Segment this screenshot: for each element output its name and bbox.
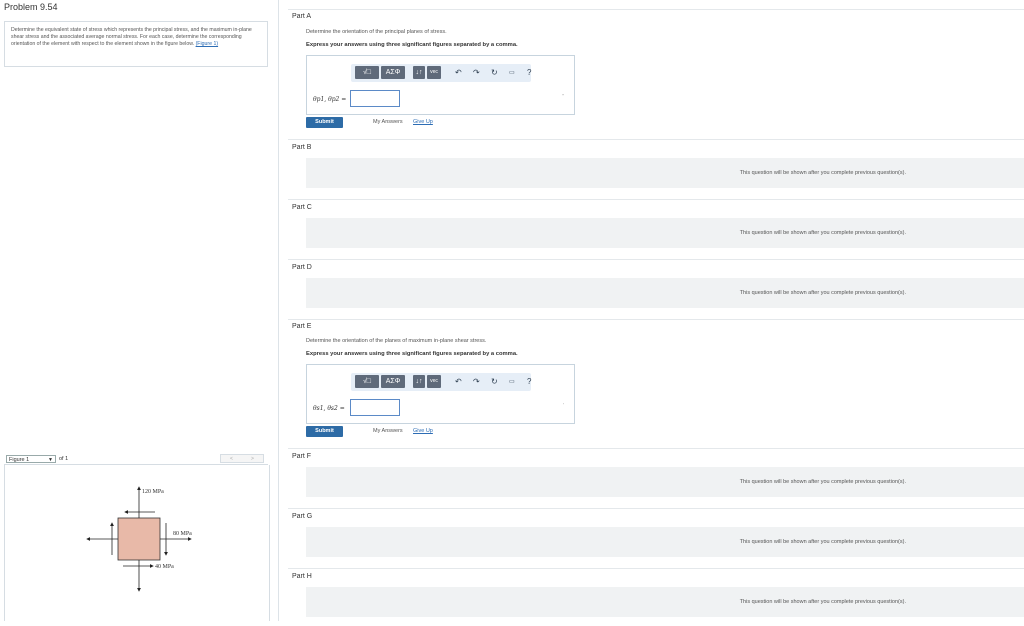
part-h-divider (288, 568, 1024, 569)
figure-prev-button[interactable]: < (230, 456, 233, 462)
templates-button[interactable]: √□ (355, 375, 379, 388)
units-hint: ” (562, 94, 564, 100)
part-f-locked-panel: This question will be shown after you co… (306, 467, 1024, 497)
figure-next-button[interactable]: > (251, 456, 254, 462)
help-button[interactable]: ? (527, 67, 531, 79)
part-c-divider (288, 199, 1024, 200)
part-e-divider (288, 319, 1024, 320)
reset-icon[interactable]: ↻ (491, 67, 498, 79)
right-stress-label: 80 MPa (173, 531, 192, 537)
templates-button[interactable]: √□ (355, 66, 379, 79)
undo-icon[interactable]: ↶ (455, 376, 462, 388)
part-e-my-answers-link[interactable]: My Answers (373, 428, 403, 434)
figure-area: 120 MPa 80 MPa 40 MPa (4, 465, 270, 621)
part-e-submit-button[interactable]: Submit (306, 426, 343, 437)
units-hint: ’ (562, 403, 564, 409)
part-b-divider (288, 139, 1024, 140)
part-a-instruction: Express your answers using three signifi… (306, 42, 518, 48)
part-h-title: Part H (292, 573, 312, 580)
part-b-title: Part B (292, 144, 312, 151)
part-a-submit-button[interactable]: Submit (306, 117, 343, 128)
part-f-title: Part F (292, 453, 312, 460)
part-f-locked-message: This question will be shown after you co… (739, 479, 906, 485)
part-g-locked-panel: This question will be shown after you co… (306, 527, 1024, 557)
greek-symbols-button[interactable]: ΑΣΦ (381, 66, 405, 79)
figure-toolbar: Figure 1 ▼ of 1 < > (4, 453, 268, 465)
vector-button[interactable]: vec (427, 66, 441, 79)
part-d-title: Part D (292, 264, 312, 271)
greek-symbols-button[interactable]: ΑΣΦ (381, 375, 405, 388)
part-b-locked-message: This question will be shown after you co… (739, 170, 906, 176)
part-e-answer-box: √□ ΑΣΦ ↓↑ vec ↶ ↷ ↻ ▭ ? θs1, θs2 = ’ (306, 364, 575, 424)
stress-element (117, 517, 161, 561)
bottom-stress-label: 40 MPa (155, 564, 174, 570)
part-a-title: Part A (292, 13, 312, 20)
equation-toolbar: √□ ΑΣΦ ↓↑ vec ↶ ↷ ↻ ▭ ? (351, 373, 531, 391)
part-c-title: Part C (292, 204, 312, 211)
figure-select[interactable]: Figure 1 ▼ (6, 455, 56, 463)
part-h-locked-message: This question will be shown after you co… (739, 599, 906, 605)
part-a-variable-label: θp1, θp2 = (313, 96, 347, 103)
part-f-divider (288, 448, 1024, 449)
part-d-divider (288, 259, 1024, 260)
part-g-title: Part G (292, 513, 313, 520)
part-b-locked-panel: This question will be shown after you co… (306, 158, 1024, 188)
part-d-locked-panel: This question will be shown after you co… (306, 278, 1024, 308)
part-a-divider (288, 9, 1024, 10)
problem-statement: Determine the equivalent state of stress… (4, 21, 268, 67)
undo-icon[interactable]: ↶ (455, 67, 462, 79)
part-d-locked-message: This question will be shown after you co… (739, 290, 906, 296)
redo-icon[interactable]: ↷ (473, 376, 480, 388)
part-e-give-up-link[interactable]: Give Up (413, 428, 433, 434)
part-a-give-up-link[interactable]: Give Up (413, 119, 433, 125)
equation-toolbar: √□ ΑΣΦ ↓↑ vec ↶ ↷ ↻ ▭ ? (351, 64, 531, 82)
part-e-description: Determine the orientation of the planes … (306, 338, 487, 344)
part-c-locked-message: This question will be shown after you co… (739, 230, 906, 236)
part-h-locked-panel: This question will be shown after you co… (306, 587, 1024, 617)
part-c-locked-panel: This question will be shown after you co… (306, 218, 1024, 248)
vector-button[interactable]: vec (427, 375, 441, 388)
figure-link[interactable]: (Figure 1) (196, 41, 219, 47)
problem-title: Problem 9.54 (4, 2, 58, 12)
arrows-button[interactable]: ↓↑ (413, 375, 425, 388)
part-e-title: Part E (292, 323, 312, 330)
figure-nav: < > (220, 454, 264, 463)
part-e-instruction: Express your answers using three signifi… (306, 351, 518, 357)
redo-icon[interactable]: ↷ (473, 67, 480, 79)
part-g-locked-message: This question will be shown after you co… (739, 539, 906, 545)
figure-count: of 1 (59, 456, 69, 462)
problem-panel: Problem 9.54 Determine the equivalent st… (0, 0, 276, 621)
part-g-divider (288, 508, 1024, 509)
keyboard-icon[interactable]: ▭ (509, 376, 515, 388)
top-stress-label: 120 MPa (142, 489, 164, 495)
arrows-button[interactable]: ↓↑ (413, 66, 425, 79)
part-a-answer-input[interactable] (350, 90, 400, 107)
part-e-answer-input[interactable] (350, 399, 400, 416)
stress-element-figure: 120 MPa 80 MPa 40 MPa (86, 486, 192, 592)
chevron-down-icon: ▼ (48, 457, 53, 463)
help-button[interactable]: ? (527, 376, 531, 388)
part-a-description: Determine the orientation of the princip… (306, 29, 447, 35)
figure-select-value: Figure 1 (9, 457, 30, 463)
part-a-my-answers-link[interactable]: My Answers (373, 119, 403, 125)
column-divider (278, 0, 279, 621)
reset-icon[interactable]: ↻ (491, 376, 498, 388)
part-e-variable-label: θs1, θs2 = (313, 405, 345, 412)
part-a-answer-box: √□ ΑΣΦ ↓↑ vec ↶ ↷ ↻ ▭ ? θp1, θp2 = ” (306, 55, 575, 115)
keyboard-icon[interactable]: ▭ (509, 67, 515, 79)
